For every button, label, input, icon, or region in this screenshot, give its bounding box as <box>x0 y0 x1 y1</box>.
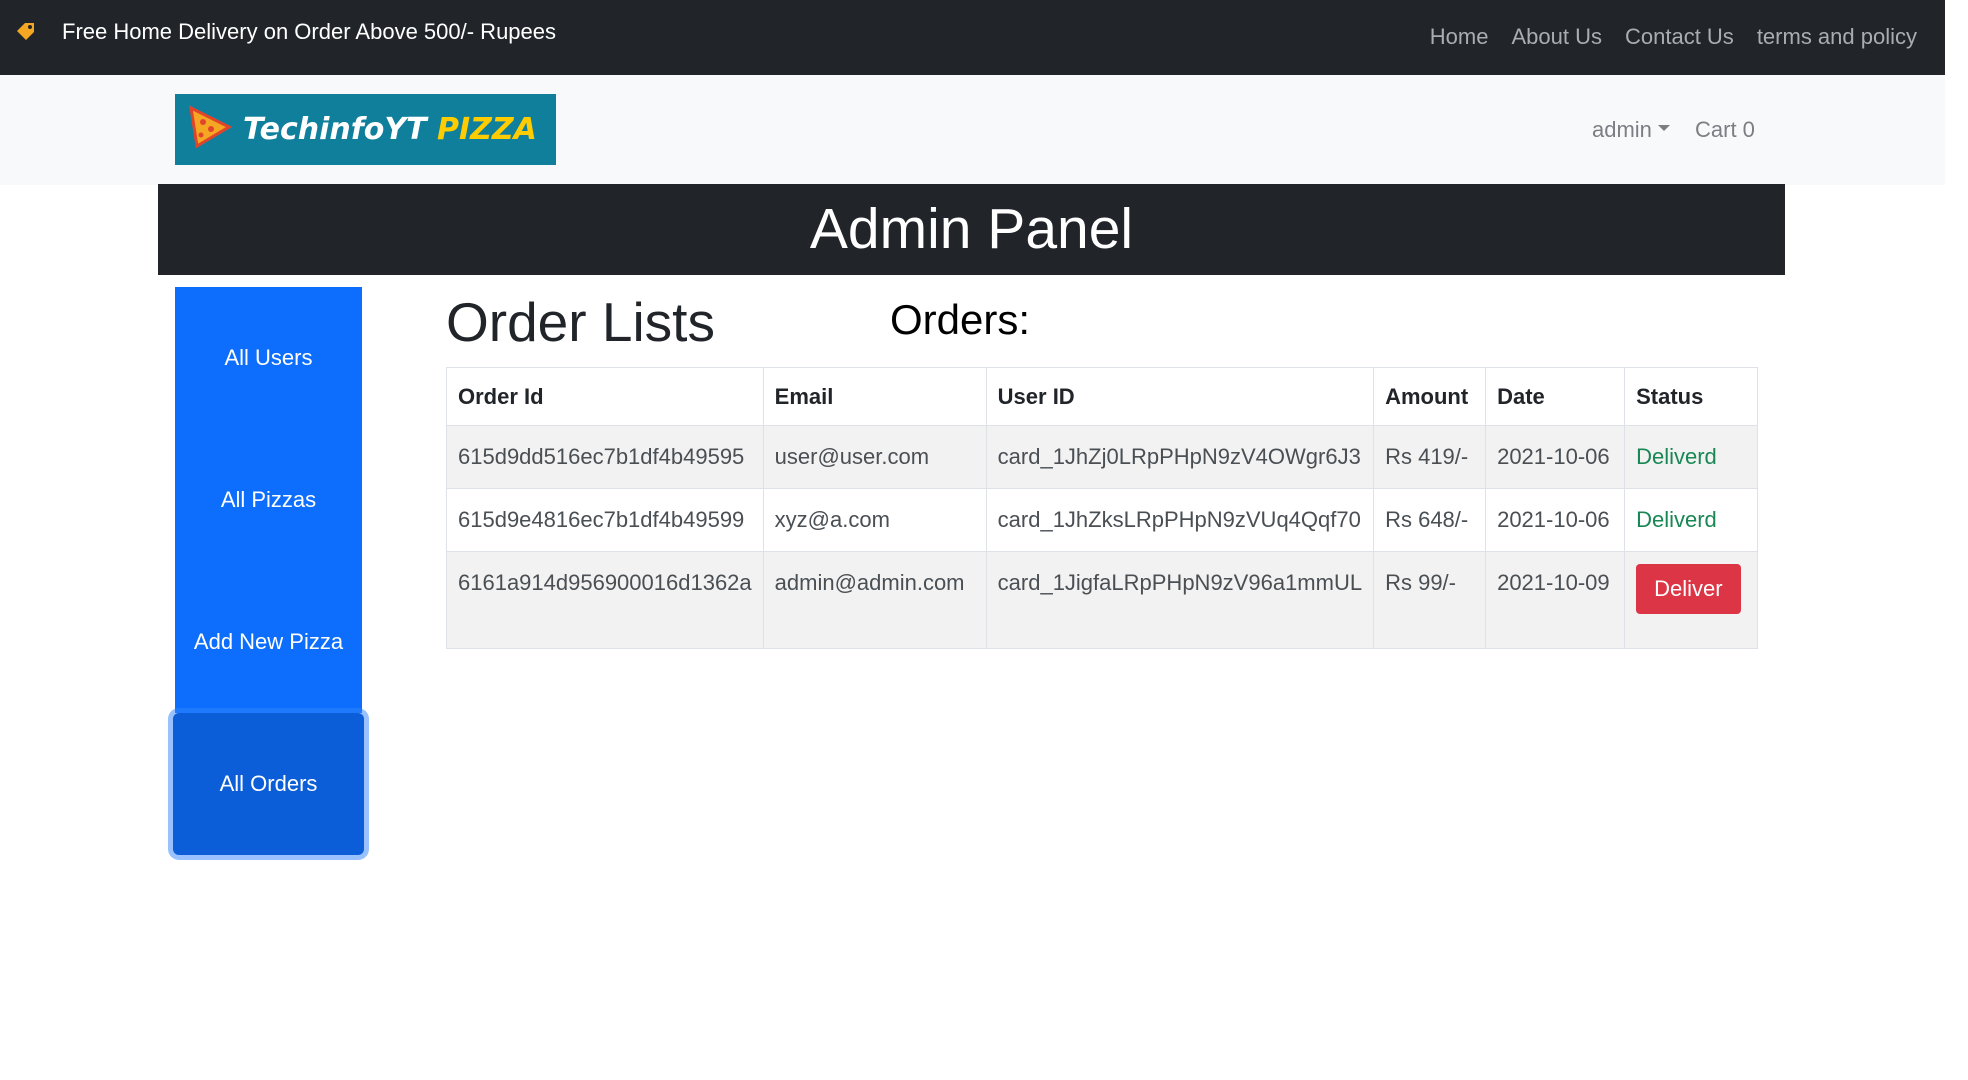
user-id-cell: card_1JhZj0LRpPHpN9zV4OWgr6J3 <box>985 425 1375 489</box>
order-id-cell: 615d9e4816ec7b1df4b49599 <box>446 488 764 552</box>
order-id-cell: 6161a914d956900016d1362a <box>446 551 764 649</box>
user-menu-label: admin <box>1592 117 1652 142</box>
status-delivered: Deliverd <box>1624 425 1759 489</box>
cart-link[interactable]: Cart 0 <box>1695 117 1755 143</box>
column-header: Order Id <box>446 367 764 426</box>
user-id-cell: card_1JhZksLRpPHpN9zVUq4Qqf70 <box>985 488 1375 552</box>
orders-heading: Orders: <box>890 296 1031 343</box>
promo-text: Free Home Delivery on Order Above 500/- … <box>62 19 557 44</box>
amount-cell: Rs 419/- <box>1373 425 1487 489</box>
email-cell: admin@admin.com <box>762 551 987 649</box>
admin-panel-header: Admin Panel <box>158 184 1785 275</box>
all-pizzas-button[interactable]: All Pizzas <box>175 429 362 571</box>
nav-home-link[interactable]: Home <box>1430 24 1489 50</box>
brand-logo[interactable]: TechinfoYT PIZZA <box>175 94 556 165</box>
status-cell: Deliver <box>1624 551 1759 649</box>
add-new-pizza-button[interactable]: Add New Pizza <box>175 571 362 713</box>
table-row: 615d9e4816ec7b1df4b49599 xyz@a.com card_… <box>446 488 1759 552</box>
caret-down-icon <box>1657 125 1670 131</box>
amount-cell: Rs 648/- <box>1373 488 1487 552</box>
table-row: 615d9dd516ec7b1df4b49595 user@user.com c… <box>446 425 1759 489</box>
table-header-row: Order Id Email User ID Amount Date Statu… <box>446 367 1759 426</box>
pizza-icon <box>187 104 233 155</box>
top-nav: Home About Us Contact Us terms and polic… <box>1407 24 1917 50</box>
promo-banner: Free Home Delivery on Order Above 500/- … <box>14 19 556 45</box>
nav-about-link[interactable]: About Us <box>1511 24 1602 50</box>
amount-cell: Rs 99/- <box>1373 551 1487 649</box>
nav-contact-link[interactable]: Contact Us <box>1625 24 1734 50</box>
date-cell: 2021-10-06 <box>1485 425 1626 489</box>
column-header: Date <box>1485 367 1626 426</box>
status-delivered: Deliverd <box>1624 488 1759 552</box>
user-menu-dropdown[interactable]: admin <box>1592 117 1670 143</box>
all-orders-button[interactable]: All Orders <box>173 713 364 855</box>
tag-icon <box>14 20 38 44</box>
orders-table: Order Id Email User ID Amount Date Statu… <box>446 367 1759 649</box>
order-id-cell: 615d9dd516ec7b1df4b49595 <box>446 425 764 489</box>
deliver-button[interactable]: Deliver <box>1636 564 1741 614</box>
nav-terms-link[interactable]: terms and policy <box>1757 24 1917 50</box>
column-header: Amount <box>1373 367 1487 426</box>
email-cell: user@user.com <box>762 425 987 489</box>
user-id-cell: card_1JigfaLRpPHpN9zV96a1mmUL <box>985 551 1375 649</box>
table-row: 6161a914d956900016d1362a admin@admin.com… <box>446 551 1759 649</box>
admin-sidebar: All Users All Pizzas Add New Pizza All O… <box>173 287 364 855</box>
column-header: Status <box>1624 367 1759 426</box>
date-cell: 2021-10-06 <box>1485 488 1626 552</box>
logo-text: TechinfoYT PIZZA <box>243 112 537 147</box>
top-bar: Free Home Delivery on Order Above 500/- … <box>0 0 1945 75</box>
main-navbar: TechinfoYT PIZZA admin Cart 0 <box>0 75 1945 185</box>
page-title: Order Lists <box>446 291 715 353</box>
all-users-button[interactable]: All Users <box>175 287 362 429</box>
column-header: User ID <box>985 367 1375 426</box>
date-cell: 2021-10-09 <box>1485 551 1626 649</box>
email-cell: xyz@a.com <box>762 488 987 552</box>
column-header: Email <box>762 367 987 426</box>
